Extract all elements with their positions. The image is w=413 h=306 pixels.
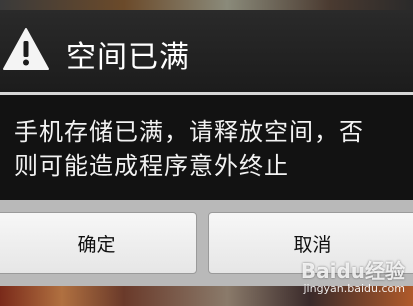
storage-full-dialog: 空间已满 手机存储已满，请释放空间，否 则可能造成程序意外终止 确定 取消 <box>0 10 413 286</box>
screen: 空间已满 手机存储已满，请释放空间，否 则可能造成程序意外终止 确定 取消 Ba… <box>0 0 413 306</box>
dialog-body: 手机存储已满，请释放空间，否 则可能造成程序意外终止 <box>0 95 413 203</box>
confirm-button[interactable]: 确定 <box>0 212 197 274</box>
dialog-message-line-2: 则可能造成程序意外终止 <box>14 152 289 180</box>
dialog-title-bar: 空间已满 <box>0 10 413 92</box>
baidu-watermark-logo: Baidu经验 <box>300 259 405 283</box>
dialog-message: 手机存储已满，请释放空间，否 则可能造成程序意外终止 <box>14 115 409 183</box>
warning-icon <box>2 26 50 72</box>
dialog-message-line-1: 手机存储已满，请释放空间，否 <box>14 118 364 146</box>
dialog-title: 空间已满 <box>66 40 190 75</box>
baidu-watermark-url: jingyan.baidu.com <box>303 282 405 295</box>
